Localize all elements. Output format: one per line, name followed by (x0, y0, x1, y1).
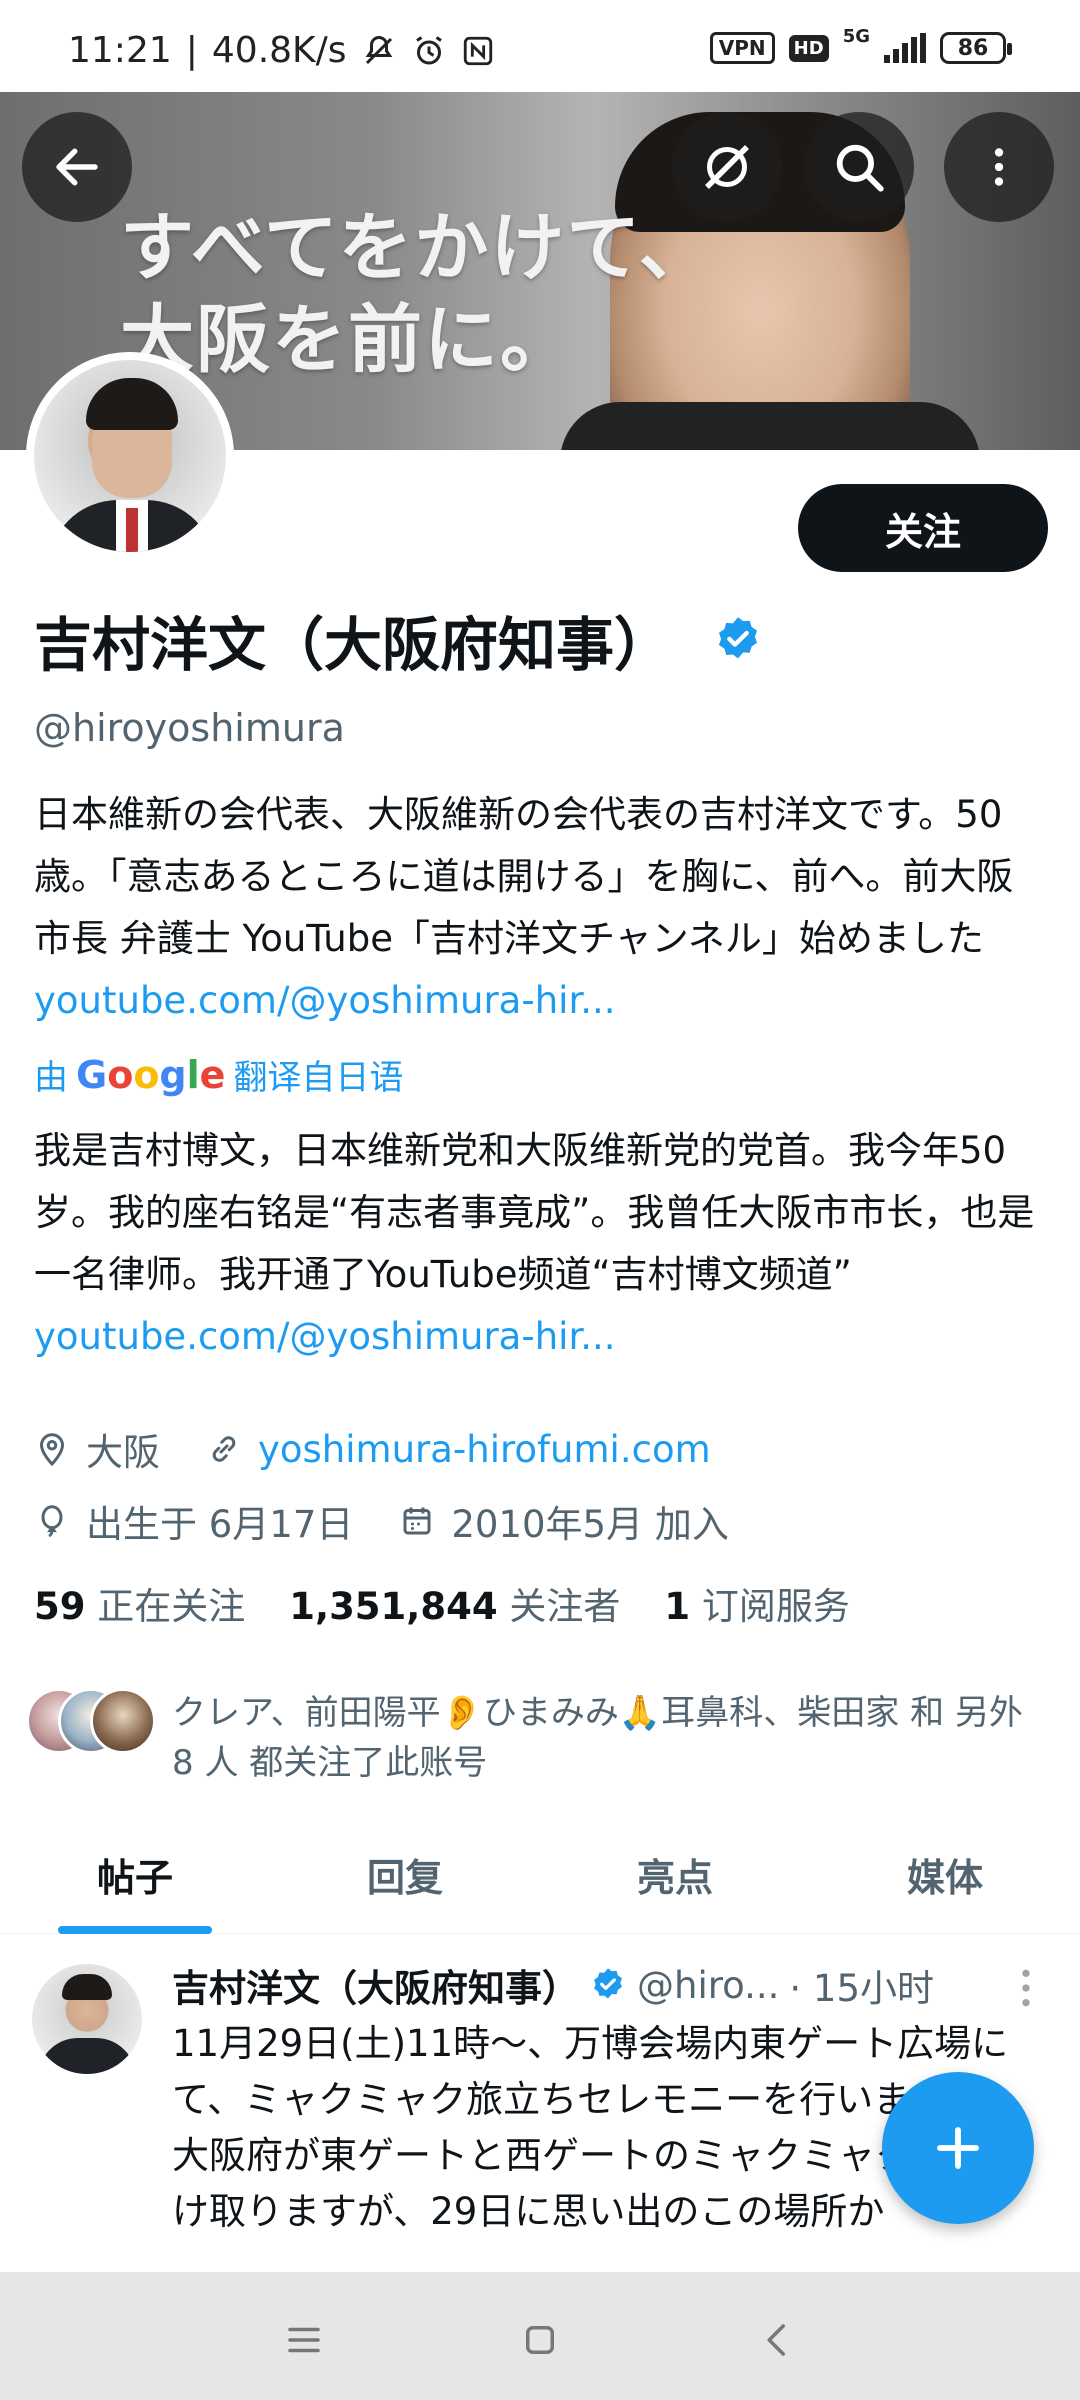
bio-translated-text: 我是吉村博文，日本维新党和大阪维新党的党首。我今年50岁。我的座右铭是“有志者事… (34, 1129, 1035, 1296)
website-item: yoshimura-hirofumi.com (206, 1428, 711, 1471)
profile-meta-row-1: 大阪 yoshimura-hirofumi.com (34, 1422, 711, 1476)
followed-by-avatars (26, 1688, 156, 1758)
following-stat[interactable]: 59 正在关注 (34, 1576, 245, 1630)
grok-icon (705, 145, 749, 189)
back-nav-button[interactable] (754, 2316, 802, 2364)
back-arrow-icon (56, 148, 98, 186)
mini-avatar-3 (90, 1688, 156, 1754)
status-right: VPN HD 5G 86 (709, 26, 1012, 64)
search-icon (836, 144, 884, 192)
hd-indicator: HD (788, 34, 829, 62)
search-button[interactable] (804, 112, 914, 222)
post-time: · 15小时 (789, 1967, 935, 2010)
post-author-name[interactable]: 吉村洋文（大阪府知事） (172, 1958, 579, 2012)
battery-icon: 86 (940, 32, 1012, 64)
subscriptions-stat[interactable]: 1 订阅服务 (664, 1576, 850, 1630)
banner-suit (560, 402, 980, 450)
post-avatar-suit (38, 2038, 136, 2074)
verified-badge-icon[interactable] (712, 614, 764, 666)
profile-name-row: 吉村洋文（大阪府知事） (34, 598, 764, 682)
banner-slogan: すべてをかけて、 大阪を前に。 (120, 202, 715, 386)
translate-attribution[interactable]: 由 Google 翻译自日语 (34, 1050, 403, 1099)
status-speed: 40.8K/s (211, 30, 347, 71)
location-item: 大阪 (34, 1422, 160, 1476)
tab-posts[interactable]: 帖子 (0, 1814, 270, 1934)
joined-item: 2010年5月 加入 (399, 1494, 729, 1548)
network-type: 5G (842, 26, 870, 47)
plus-icon (937, 2127, 979, 2169)
status-bar: 11:21 | 40.8K/s VPN HD 5G 86 (0, 0, 1080, 92)
compose-post-button[interactable] (882, 2072, 1034, 2224)
translate-suffix: 翻译自日语 (233, 1058, 404, 1098)
bio-text: 日本維新の会代表、大阪維新の会代表の吉村洋文です。50歳。「意志あるところに道は… (34, 793, 1014, 960)
alarm-icon (415, 35, 442, 64)
grok-button[interactable] (672, 112, 782, 222)
chevron-left-icon (767, 2324, 785, 2356)
birthday-item: 出生于 6月17日 (34, 1494, 353, 1548)
bio-translated-link[interactable]: youtube.com/@yoshimura-hir... (34, 1315, 616, 1358)
profile-tabs: 帖子 回复 亮点 媒体 (0, 1814, 1080, 1934)
tab-media[interactable]: 媒体 (810, 1814, 1080, 1934)
location-text: 大阪 (86, 1431, 160, 1474)
status-left: 11:21 | 40.8K/s (68, 30, 495, 71)
profile-stats: 59 正在关注 1,351,844 关注者 1 订阅服务 (34, 1576, 850, 1630)
battery-level: 86 (957, 35, 989, 61)
more-options-button[interactable] (944, 112, 1054, 222)
profile-bio: 日本維新の会代表、大阪維新の会代表の吉村洋文です。50歳。「意志あるところに道は… (34, 784, 1044, 1032)
following-label: 正在关注 (97, 1585, 246, 1628)
followed-by-text: クレア、前田陽平👂ひまみみ🙏耳鼻科、柴田家 和 另外 8 人 都关注了此账号 (172, 1693, 1023, 1783)
vpn-indicator: VPN (709, 32, 775, 64)
back-button[interactable] (22, 112, 132, 222)
status-time: 11:21 (68, 30, 172, 71)
post-author-handle: @hiro... (637, 1963, 780, 2007)
subscriptions-label: 订阅服务 (701, 1585, 850, 1628)
followers-label: 关注者 (509, 1585, 621, 1628)
translate-prefix: 由 (34, 1058, 68, 1098)
subscriptions-count: 1 (664, 1585, 691, 1628)
joined-text: 2010年5月 加入 (451, 1503, 729, 1546)
post-more-icon[interactable] (1016, 1966, 1036, 2010)
following-count: 59 (34, 1585, 86, 1628)
verified-badge-icon (594, 1968, 622, 1999)
post-author-avatar[interactable] (32, 1964, 142, 2074)
mute-bell-icon (365, 35, 392, 64)
menu-icon (288, 2327, 320, 2353)
tab-highlights[interactable]: 亮点 (540, 1814, 810, 1934)
profile-avatar[interactable] (26, 352, 234, 560)
post-header: 吉村洋文（大阪府知事） @hiro... · 15小时 (172, 1958, 934, 2012)
signal-icon (884, 33, 926, 63)
followers-count: 1,351,844 (289, 1585, 498, 1628)
banner-slogan-line2: 大阪を前に。 (120, 297, 576, 383)
location-pin-icon (39, 1433, 65, 1467)
system-nav-bar (0, 2272, 1080, 2400)
profile-meta-row-2: 出生于 6月17日 2010年5月 加入 (34, 1494, 729, 1548)
tab-replies[interactable]: 回复 (270, 1814, 540, 1934)
avatar-tie (126, 508, 138, 552)
recent-apps-button[interactable] (280, 2316, 328, 2364)
profile-handle: @hiroyoshimura (34, 706, 345, 750)
home-square-icon (526, 2326, 554, 2354)
active-tab-indicator (58, 1926, 212, 1934)
home-button[interactable] (516, 2316, 564, 2364)
followers-stat[interactable]: 1,351,844 关注者 (289, 1576, 620, 1630)
website-link[interactable]: yoshimura-hirofumi.com (258, 1428, 711, 1471)
link-icon (212, 1436, 236, 1462)
google-logo: Google (76, 1052, 226, 1097)
follow-button[interactable]: 关注 (798, 484, 1048, 572)
profile-name: 吉村洋文（大阪府知事） (34, 611, 673, 679)
more-vertical-icon (994, 148, 1004, 186)
calendar-icon (403, 1507, 431, 1535)
nfc-icon (463, 36, 492, 65)
followed-by-row[interactable]: クレア、前田陽平👂ひまみみ🙏耳鼻科、柴田家 和 另外 8 人 都关注了此账号 (26, 1688, 1052, 1788)
profile-bio-translated: 我是吉村博文，日本维新党和大阪维新党的党首。我今年50岁。我的座右铭是“有志者事… (34, 1120, 1044, 1368)
avatar-hair (86, 378, 178, 430)
bio-link[interactable]: youtube.com/@yoshimura-hir... (34, 979, 616, 1022)
banner-slogan-line1: すべてをかけて、 (120, 205, 715, 291)
post-avatar-hair (62, 1974, 112, 2000)
balloon-icon (41, 1505, 63, 1538)
birthday-text: 出生于 6月17日 (86, 1503, 354, 1546)
